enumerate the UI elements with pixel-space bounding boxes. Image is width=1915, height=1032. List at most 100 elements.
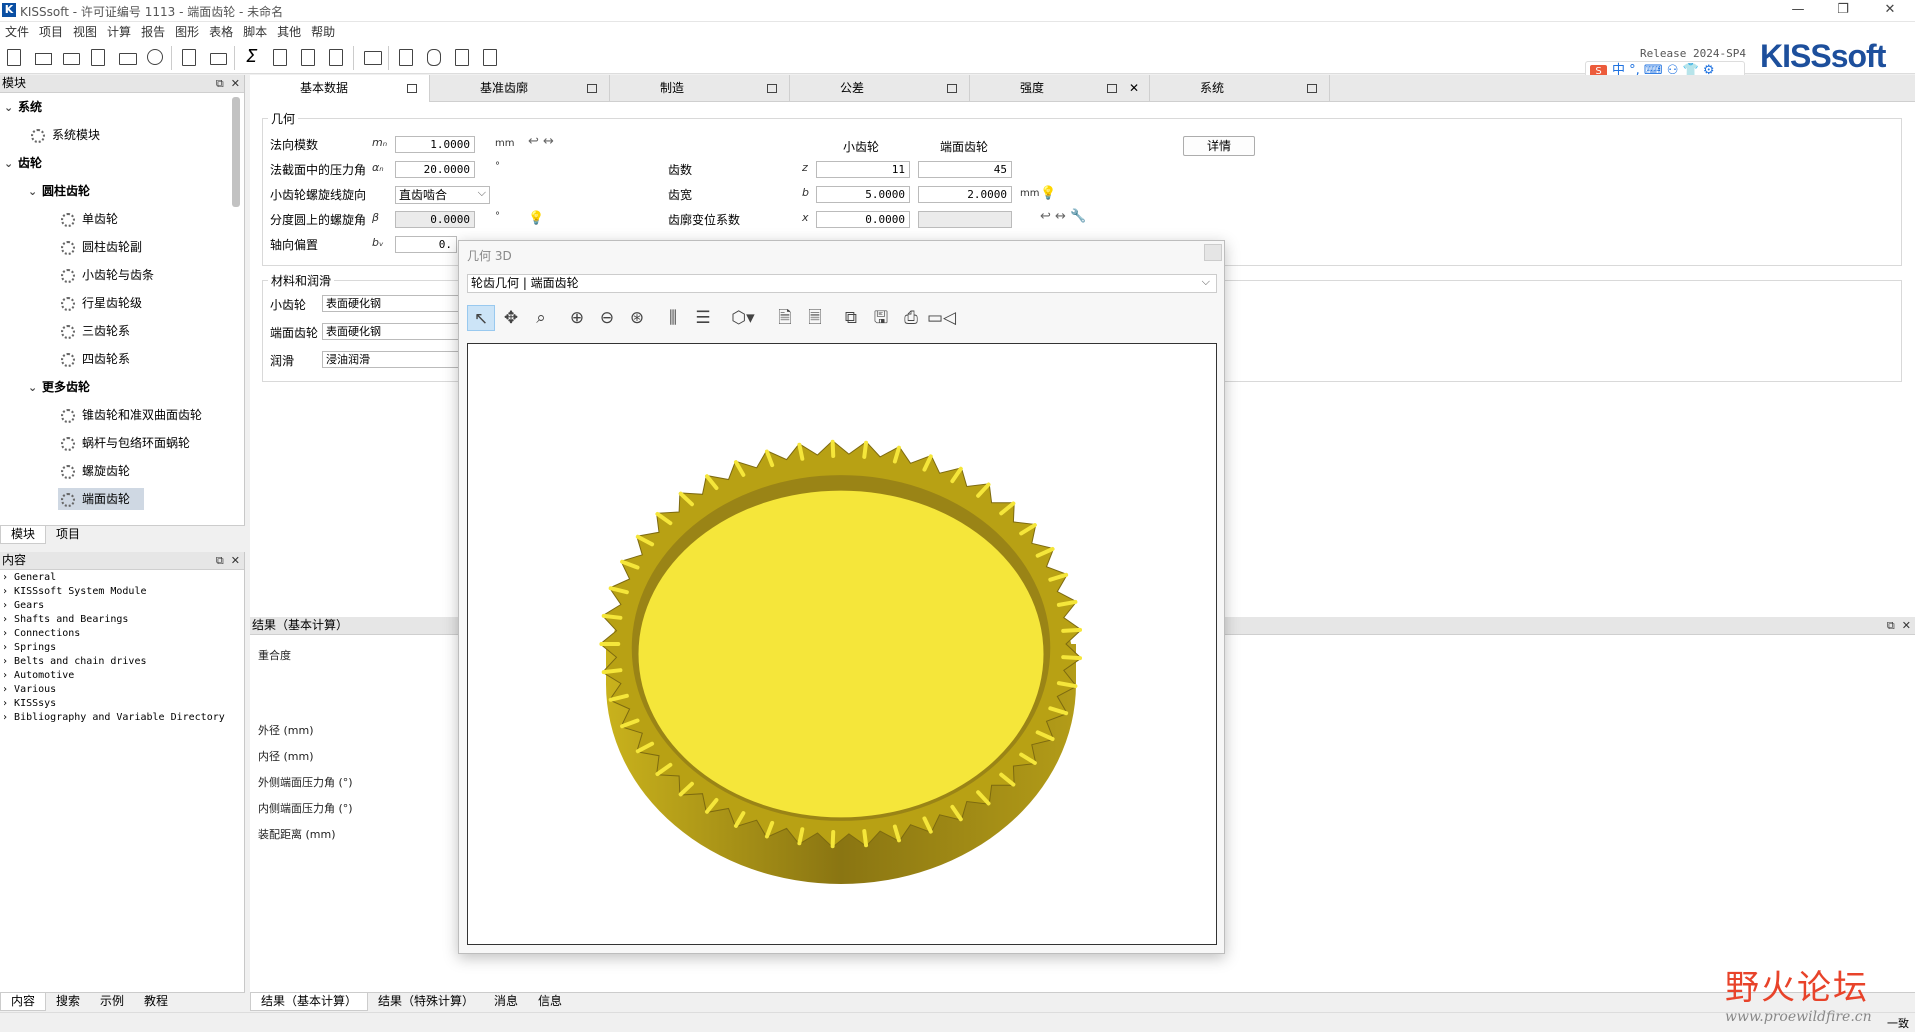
- menu-project[interactable]: 项目: [34, 22, 68, 40]
- menu-graphics[interactable]: 图形: [170, 22, 204, 40]
- copy-icon[interactable]: ⧉: [837, 305, 865, 331]
- axial-offset-input[interactable]: 0.: [395, 236, 457, 253]
- tab-system[interactable]: 系统: [1150, 75, 1330, 102]
- select-cursor-icon[interactable]: ↖: [467, 305, 495, 331]
- helix-direction-select[interactable]: 直齿啮合: [395, 185, 490, 204]
- module-item[interactable]: 蜗杆与包络环面蜗轮: [58, 432, 190, 454]
- layout-icon[interactable]: [479, 46, 501, 70]
- content-item[interactable]: › Gears: [2, 600, 44, 611]
- open-example-icon[interactable]: [59, 46, 81, 70]
- pinion-profile-shift-input[interactable]: 0.0000: [816, 211, 910, 228]
- zoom-window-icon[interactable]: ⌕: [527, 305, 555, 331]
- module-item[interactable]: 小齿轮与齿条: [58, 264, 154, 286]
- module-item[interactable]: 锥齿轮和准双曲面齿轮: [58, 404, 202, 426]
- open-project-icon[interactable]: [206, 46, 228, 70]
- content-item[interactable]: › Connections: [2, 628, 80, 639]
- content-item[interactable]: › KISSsys: [2, 698, 56, 709]
- tab-content[interactable]: 内容: [0, 993, 47, 1011]
- pinion-width-input[interactable]: 5.0000: [816, 186, 910, 203]
- face-gear-profile-shift-input[interactable]: [918, 211, 1012, 228]
- close-button[interactable]: ✕: [1880, 2, 1900, 20]
- face-gear-teeth-input[interactable]: 45: [918, 161, 1012, 178]
- module-item[interactable]: 单齿轮: [58, 208, 118, 230]
- tab-manufacturing[interactable]: 制造: [610, 75, 790, 102]
- save-image-icon[interactable]: 🖫: [867, 305, 895, 331]
- mail-icon[interactable]: [115, 46, 137, 70]
- dialog-close-button[interactable]: [1204, 244, 1222, 261]
- script-icon[interactable]: [360, 46, 382, 70]
- content-item[interactable]: › Bibliography and Variable Directory: [2, 712, 225, 723]
- panel-buttons[interactable]: ⧉ ✕: [216, 75, 240, 92]
- restore-icon[interactable]: [947, 84, 957, 93]
- video-icon[interactable]: ▭◁: [927, 305, 956, 331]
- export-icon[interactable]: [395, 46, 417, 70]
- history-icon[interactable]: [143, 46, 165, 70]
- module-item[interactable]: ⌄ 圆柱齿轮: [28, 180, 90, 202]
- 3d-viewport[interactable]: [467, 343, 1217, 945]
- panel-buttons[interactable]: ⧉ ✕: [1887, 617, 1911, 634]
- tab-project[interactable]: 项目: [46, 526, 90, 544]
- menu-table[interactable]: 表格: [204, 22, 238, 40]
- module-item[interactable]: ⌄ 齿轮: [4, 152, 42, 174]
- open-folder-icon[interactable]: [31, 46, 53, 70]
- modules-scrollbar[interactable]: [232, 97, 240, 207]
- edit-icon[interactable]: [325, 46, 347, 70]
- panel-buttons[interactable]: ⧉ ✕: [216, 552, 240, 569]
- menu-other[interactable]: 其他: [272, 22, 306, 40]
- lubrication-field[interactable]: 浸油润滑: [322, 351, 462, 368]
- restore-icon[interactable]: [407, 84, 417, 93]
- restore-icon[interactable]: [1307, 84, 1317, 93]
- menu-report[interactable]: 报告: [136, 22, 170, 40]
- menu-file[interactable]: 文件: [0, 22, 34, 40]
- tab-messages[interactable]: 消息: [484, 993, 528, 1011]
- calculate-sigma-icon[interactable]: Σ: [241, 46, 263, 70]
- tab-results-basic[interactable]: 结果（基本计算）: [250, 993, 369, 1011]
- normal-module-input[interactable]: 1.0000: [395, 136, 475, 153]
- geometry-select[interactable]: 轮齿几何 | 端面齿轮: [467, 273, 1217, 293]
- expand-toggle-icon[interactable]: ⌄: [4, 153, 18, 175]
- content-item[interactable]: › Various: [2, 684, 56, 695]
- expand-toggle-icon[interactable]: ⌄: [4, 97, 18, 119]
- module-item[interactable]: 圆柱齿轮副: [58, 236, 142, 258]
- new-file-icon[interactable]: [3, 46, 25, 70]
- content-item[interactable]: › Belts and chain drives: [2, 656, 147, 667]
- module-item[interactable]: ⌄ 更多齿轮: [28, 376, 90, 398]
- module-item[interactable]: 四齿轮系: [58, 348, 130, 370]
- restore-button[interactable]: ❐: [1833, 2, 1853, 20]
- pinion-teeth-input[interactable]: 11: [816, 161, 910, 178]
- details-button[interactable]: 详情: [1183, 136, 1255, 156]
- tab-info[interactable]: 信息: [528, 993, 572, 1011]
- convert-arrow-icon[interactable]: ↩ ↔ 🔧: [1040, 209, 1086, 224]
- view-cube-icon[interactable]: ⬡▾: [729, 305, 757, 331]
- face-gear-material-field[interactable]: 表面硬化钢: [322, 323, 462, 340]
- content-item[interactable]: › General: [2, 572, 56, 583]
- zoom-in-icon[interactable]: ⊕: [563, 305, 591, 331]
- restore-icon[interactable]: [1107, 84, 1117, 93]
- import-document-icon[interactable]: 🗏: [801, 305, 829, 331]
- expand-toggle-icon[interactable]: ⌄: [28, 377, 42, 399]
- tab-reference-profile[interactable]: 基准齿廓: [430, 75, 610, 102]
- minimize-button[interactable]: —: [1788, 2, 1808, 20]
- pan-icon[interactable]: ✥: [497, 305, 525, 331]
- content-item[interactable]: › Shafts and Bearings: [2, 614, 128, 625]
- restore-icon[interactable]: [587, 84, 597, 93]
- save-icon[interactable]: [87, 46, 109, 70]
- settings-sliders-icon[interactable]: ⫼: [659, 305, 687, 331]
- module-item[interactable]: 螺旋齿轮: [58, 460, 130, 482]
- tab-tutorial[interactable]: 教程: [134, 993, 178, 1011]
- print-icon[interactable]: ⎙: [897, 305, 925, 331]
- module-item[interactable]: 行星齿轮级: [58, 292, 142, 314]
- calculator-icon[interactable]: [451, 46, 473, 70]
- report-icon[interactable]: [269, 46, 291, 70]
- module-item[interactable]: ⌄ 系统: [4, 96, 42, 118]
- menu-script[interactable]: 脚本: [238, 22, 272, 40]
- report-settings-icon[interactable]: [297, 46, 319, 70]
- tab-search[interactable]: 搜索: [46, 993, 90, 1011]
- export-document-icon[interactable]: 🗎: [771, 305, 799, 331]
- database-icon[interactable]: [423, 46, 445, 70]
- tab-strength[interactable]: 强度 ✕: [970, 75, 1150, 102]
- new-project-icon[interactable]: [178, 46, 200, 70]
- lightbulb-icon[interactable]: 💡: [1040, 186, 1056, 201]
- module-item[interactable]: 系统模块: [28, 124, 100, 146]
- tab-tolerances[interactable]: 公差: [790, 75, 970, 102]
